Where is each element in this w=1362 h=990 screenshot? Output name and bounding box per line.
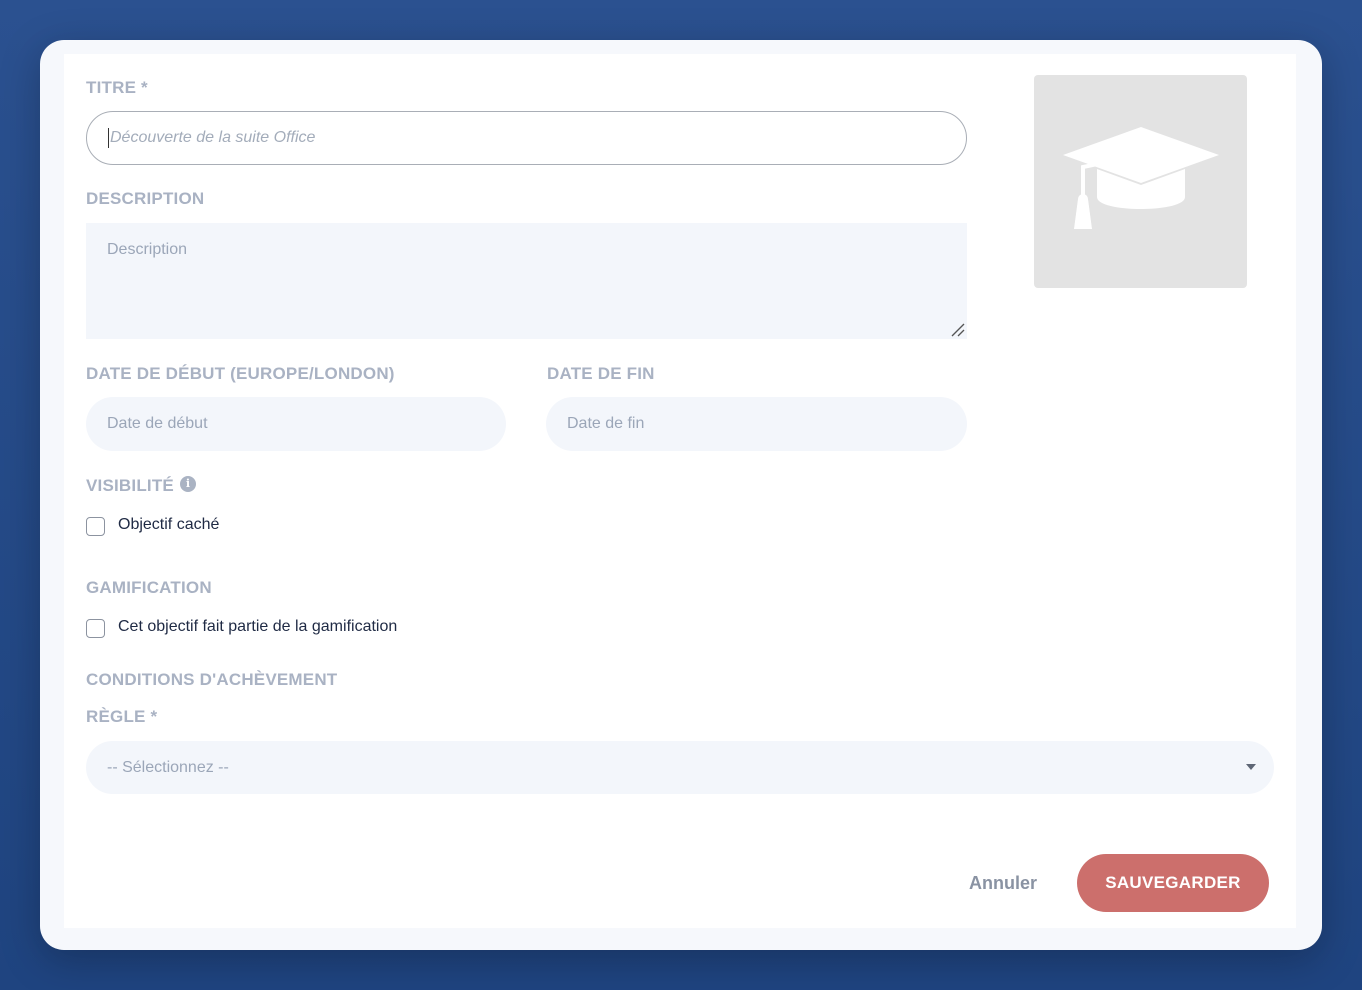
gamification-checkbox-label[interactable]: Cet objectif fait partie de la gamificat… — [118, 618, 397, 636]
info-icon[interactable]: i — [180, 476, 196, 492]
end-date-label: DATE DE FIN — [547, 364, 655, 383]
description-textarea[interactable]: Description — [86, 223, 967, 339]
title-placeholder: Découverte de la suite Office — [110, 129, 316, 146]
rule-select[interactable]: -- Sélectionnez -- — [86, 741, 1274, 794]
hidden-objective-checkbox[interactable] — [86, 517, 105, 536]
resize-grip-icon[interactable] — [949, 321, 965, 337]
chevron-down-icon — [1246, 764, 1256, 770]
description-placeholder: Description — [107, 241, 188, 258]
title-label: TITRE * — [86, 78, 148, 97]
visibility-label: VISIBILITÉ — [86, 476, 174, 495]
rule-selected-value: -- Sélectionnez -- — [107, 758, 229, 776]
text-caret — [108, 128, 109, 148]
start-date-label: DATE DE DÉBUT (EUROPE/LONDON) — [86, 364, 395, 383]
gamification-label: GAMIFICATION — [86, 578, 212, 597]
end-date-input[interactable]: Date de fin — [546, 397, 967, 451]
start-date-placeholder: Date de début — [107, 415, 208, 432]
save-button[interactable]: SAUVEGARDER — [1077, 854, 1269, 912]
end-date-placeholder: Date de fin — [567, 415, 645, 432]
objective-image[interactable] — [1034, 75, 1247, 288]
graduation-cap-icon — [1062, 126, 1219, 229]
rule-label: RÈGLE * — [86, 707, 158, 726]
modal-content: TITRE * Découverte de la suite Office DE… — [64, 54, 1296, 928]
start-date-input[interactable]: Date de début — [86, 397, 506, 451]
cancel-button[interactable]: Annuler — [960, 868, 1046, 898]
objective-modal: TITRE * Découverte de la suite Office DE… — [40, 40, 1322, 950]
description-label: DESCRIPTION — [86, 189, 205, 208]
title-input[interactable]: Découverte de la suite Office — [86, 111, 967, 165]
completion-conditions-label: CONDITIONS D'ACHÈVEMENT — [86, 670, 338, 689]
hidden-objective-label[interactable]: Objectif caché — [118, 516, 219, 534]
gamification-checkbox[interactable] — [86, 619, 105, 638]
